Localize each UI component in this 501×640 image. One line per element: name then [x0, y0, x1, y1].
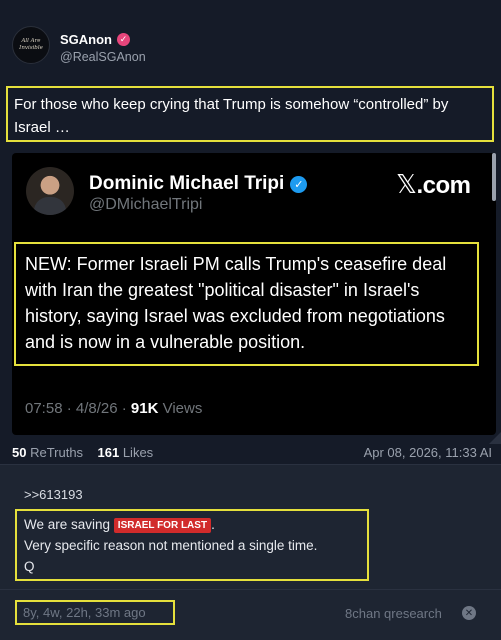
post-author[interactable]: All Are Invisible SGAnon ✓ @RealSGAnon — [12, 26, 146, 64]
avatar-text-line1: All Are — [21, 38, 41, 44]
drop-source: 8chan qresearch — [345, 606, 442, 621]
embed-avatar[interactable] — [26, 167, 74, 215]
embed-post-text: NEW: Former Israeli PM calls Trump's cea… — [14, 242, 479, 366]
q-drop-card: >>613193 We are saving ISRAEL FOR LAST. … — [0, 464, 501, 640]
close-circle-icon[interactable]: ✕ — [462, 606, 476, 620]
drop-line2: Very specific reason not mentioned a sin… — [24, 538, 318, 553]
embed-author-handle[interactable]: @DMichaelTripi — [89, 196, 202, 214]
x-logo-label: .com — [416, 172, 471, 199]
corner-fold — [489, 432, 501, 444]
israel-tag: ISRAEL FOR LAST — [113, 518, 212, 533]
likes-count: 161 — [97, 445, 120, 460]
embed-author-name[interactable]: Dominic Michael Tripi — [89, 173, 284, 195]
retruths-stat[interactable]: 50 ReTruths — [12, 445, 83, 460]
embedded-x-post[interactable]: Dominic Michael Tripi ✓ @DMichaelTripi 𝕏… — [12, 153, 496, 435]
drop-reference-link[interactable]: >>613193 — [24, 487, 83, 502]
post-date[interactable]: Apr 08, 2026, 11:33 AI — [364, 445, 492, 460]
post-body-text: For those who keep crying that Trump is … — [6, 86, 494, 142]
divider — [0, 589, 501, 590]
embed-meta: 07:58 · 4/8/26 · 91K Views — [25, 400, 202, 417]
likes-label: Likes — [119, 445, 154, 460]
drop-text: We are saving ISRAEL FOR LAST. Very spec… — [15, 509, 369, 581]
likes-stat[interactable]: 161 Likes — [98, 445, 154, 460]
author-handle[interactable]: @RealSGAnon — [60, 50, 146, 64]
x-logo-icon[interactable]: 𝕏.com — [396, 170, 471, 200]
embed-views-count: 91K — [130, 400, 159, 417]
drop-signature: Q — [24, 559, 35, 574]
retruths-label: ReTruths — [26, 445, 84, 460]
avatar[interactable]: All Are Invisible — [12, 26, 50, 64]
drop-line1-suffix: . — [211, 517, 215, 532]
avatar-text-line2: Invisible — [19, 45, 43, 51]
verified-badge-icon: ✓ — [117, 33, 130, 46]
scrollbar-thumb[interactable] — [492, 153, 496, 201]
truth-post: All Are Invisible SGAnon ✓ @RealSGAnon F… — [0, 0, 501, 464]
embed-views-label: Views — [158, 400, 203, 417]
retruths-count: 50 — [12, 445, 27, 460]
author-name[interactable]: SGAnon — [60, 32, 112, 47]
drop-line1-prefix: We are saving — [24, 517, 114, 532]
verified-check-icon: ✓ — [290, 175, 308, 193]
embed-time: 07:58 · 4/8/26 · — [25, 400, 131, 417]
drop-age: 8y, 4w, 22h, 33m ago — [15, 600, 175, 625]
